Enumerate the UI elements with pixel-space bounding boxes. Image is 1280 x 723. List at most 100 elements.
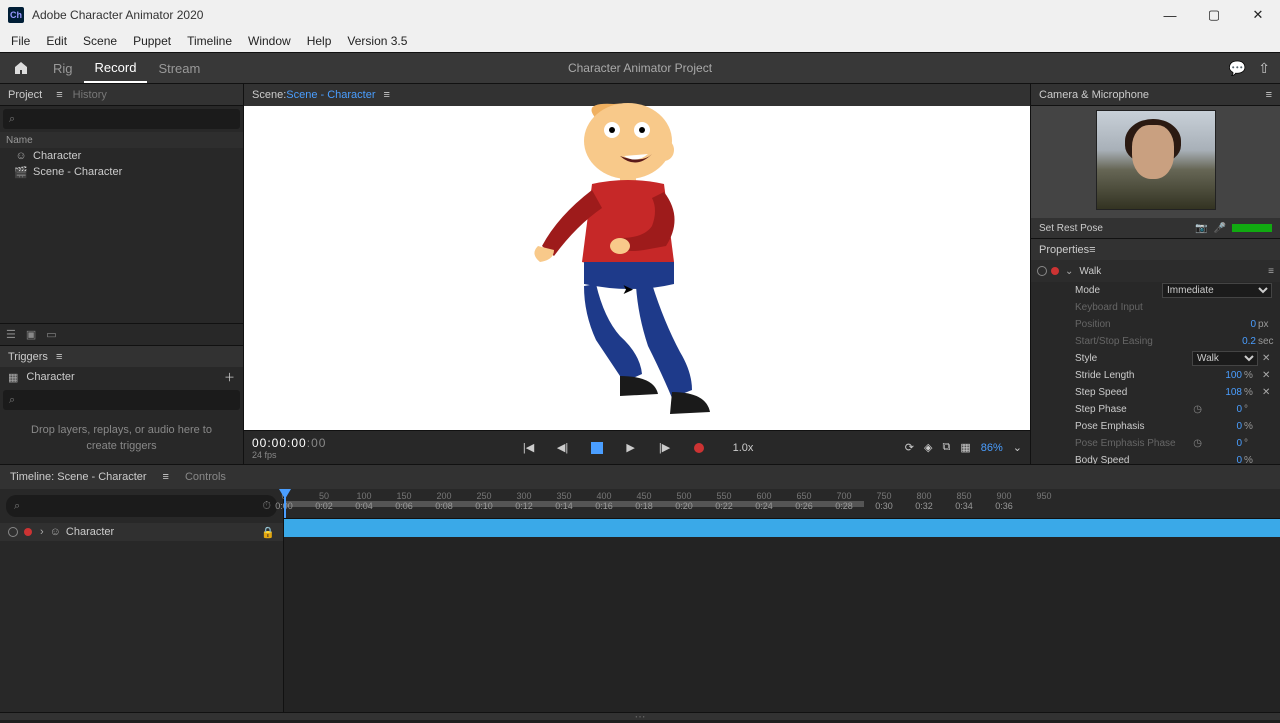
expand-icon[interactable]: › — [40, 526, 44, 538]
panel-menu-icon[interactable]: ≡ — [1266, 89, 1272, 101]
clock-icon[interactable]: ◷ — [1193, 438, 1202, 449]
menu-help[interactable]: Help — [300, 32, 339, 50]
collapse-icon[interactable]: ⌄ — [1065, 266, 1073, 277]
step-forward-button[interactable]: |▶ — [657, 440, 673, 456]
window-title: Adobe Character Animator 2020 — [32, 8, 203, 22]
controls-tab[interactable]: Controls — [185, 471, 226, 483]
triggers-title[interactable]: Triggers — [8, 351, 48, 363]
lock-icon[interactable]: 🔒 — [261, 526, 275, 539]
chat-icon[interactable]: 💬 — [1229, 60, 1246, 77]
timeline-tracks-area[interactable]: 00:00500:021000:041500:062000:082500:103… — [284, 489, 1280, 712]
camera-toggle-icon[interactable]: 📷 — [1195, 223, 1207, 234]
prop-value[interactable]: 0.2 — [1220, 336, 1256, 347]
panel-menu-icon[interactable]: ≡ — [384, 89, 390, 101]
visibility-toggle[interactable] — [8, 527, 18, 537]
track-clip[interactable] — [284, 519, 1280, 537]
tab-rig[interactable]: Rig — [42, 55, 84, 82]
panel-menu-icon[interactable]: ≡ — [56, 89, 62, 101]
triggers-search[interactable]: ⌕ — [3, 390, 240, 410]
menu-timeline[interactable]: Timeline — [180, 32, 239, 50]
project-tab[interactable]: Project — [8, 89, 42, 101]
properties-panel-header: Properties ≡ — [1031, 238, 1280, 260]
prop-unit: px — [1258, 319, 1272, 330]
menu-window[interactable]: Window — [241, 32, 298, 50]
menu-puppet[interactable]: Puppet — [126, 32, 178, 50]
triggers-character-row[interactable]: ▦ Character ＋ — [0, 367, 243, 387]
playback-bar: 00:00:00:00 24 fps |◀ ◀| ▶ |▶ 1.0x ⟳ ◈ ⧉… — [244, 430, 1030, 464]
project-column-name[interactable]: Name — [0, 132, 243, 148]
camera-panel-title[interactable]: Camera & Microphone — [1039, 89, 1149, 101]
prop-value[interactable]: 0 — [1220, 319, 1256, 330]
track-character[interactable]: › ☺ Character 🔒 — [0, 523, 283, 541]
timeline-tab[interactable]: Timeline: Scene - Character — [10, 471, 147, 483]
list-view-icon[interactable]: ☰ — [6, 328, 16, 341]
zoom-dropdown-icon[interactable]: ⌄ — [1013, 441, 1022, 454]
behavior-menu-icon[interactable]: ≡ — [1268, 266, 1274, 277]
arm-for-record-toggle[interactable] — [1051, 267, 1059, 275]
record-button[interactable] — [691, 440, 707, 456]
reset-icon[interactable]: ✕ — [1262, 353, 1272, 364]
share-icon[interactable]: ⇧ — [1258, 60, 1270, 77]
panel-menu-icon[interactable]: ≡ — [163, 471, 169, 483]
prop-value[interactable]: 0 — [1206, 404, 1242, 415]
reset-icon[interactable]: ✕ — [1262, 370, 1272, 381]
step-back-button[interactable]: ◀| — [555, 440, 571, 456]
add-trigger-button[interactable]: ＋ — [224, 369, 235, 385]
play-button[interactable]: ▶ — [623, 440, 639, 456]
playback-speed[interactable]: 1.0x — [733, 442, 754, 454]
close-button[interactable]: ✕ — [1236, 0, 1280, 30]
menu-scene[interactable]: Scene — [76, 32, 124, 50]
prop-value[interactable]: 100 — [1206, 370, 1242, 381]
menu-file[interactable]: File — [4, 32, 37, 50]
visibility-toggle[interactable] — [1037, 266, 1047, 276]
panel-menu-icon[interactable]: ≡ — [1089, 244, 1095, 256]
panel-menu-icon[interactable]: ≡ — [56, 351, 62, 363]
project-search[interactable]: ⌕ — [3, 109, 240, 129]
zoom-value[interactable]: 86% — [981, 442, 1003, 454]
stopwatch-icon[interactable]: ⏱ — [262, 500, 271, 513]
minimize-button[interactable]: — — [1148, 0, 1192, 30]
style-select[interactable]: Walk — [1192, 351, 1258, 366]
properties-title[interactable]: Properties — [1039, 244, 1089, 256]
mic-toggle-icon[interactable]: 🎤 — [1214, 223, 1226, 234]
behavior-walk-header[interactable]: ⌄ Walk ≡ — [1031, 260, 1280, 282]
tab-stream[interactable]: Stream — [147, 55, 211, 82]
prop-value[interactable]: 0 — [1206, 421, 1242, 432]
stop-button[interactable] — [589, 440, 605, 456]
scene-icon: 🎬 — [14, 165, 28, 179]
prop-value[interactable]: 0 — [1206, 438, 1242, 449]
timecode[interactable]: 00:00:00 — [252, 436, 307, 450]
prop-value[interactable]: 0 — [1206, 455, 1242, 464]
project-item-character[interactable]: ☺ Character — [0, 148, 243, 164]
set-rest-pose-button[interactable]: Set Rest Pose — [1039, 223, 1103, 234]
history-tab[interactable]: History — [73, 89, 107, 101]
triggers-hint: Drop layers, replays, or audio here to c… — [0, 413, 243, 464]
prop-value[interactable]: 108 — [1206, 387, 1242, 398]
mode-select[interactable]: Immediate — [1162, 283, 1272, 298]
timeline-search[interactable]: ⌕⏱ — [6, 495, 277, 517]
ruler-tick: 7500:30 — [875, 491, 893, 511]
maximize-button[interactable]: ▢ — [1192, 0, 1236, 30]
playhead[interactable] — [284, 489, 286, 518]
clock-icon[interactable]: ◷ — [1193, 404, 1202, 415]
scene-name-link[interactable]: Scene - Character — [286, 89, 375, 101]
onion-skin-icon[interactable]: ⧉ — [942, 441, 950, 454]
prop-unit: % — [1244, 370, 1258, 381]
tab-record[interactable]: Record — [84, 54, 148, 83]
timeline-ruler[interactable]: 00:00500:021000:041500:062000:082500:103… — [284, 489, 1280, 519]
folder-icon[interactable]: ▣ — [26, 328, 36, 341]
scene-viewport[interactable]: ➤ — [244, 106, 1030, 430]
menu-edit[interactable]: Edit — [39, 32, 74, 50]
arm-for-record-toggle[interactable] — [24, 528, 32, 536]
reset-icon[interactable]: ✕ — [1262, 387, 1272, 398]
cycle-icon[interactable]: ⟳ — [905, 441, 914, 454]
tag-icon[interactable]: ▭ — [46, 328, 56, 341]
checkerboard-icon[interactable]: ▦ — [960, 441, 970, 454]
menu-version[interactable]: Version 3.5 — [340, 32, 414, 50]
snapping-icon[interactable]: ◈ — [924, 441, 932, 454]
go-to-start-button[interactable]: |◀ — [521, 440, 537, 456]
home-button[interactable] — [10, 57, 32, 79]
project-item-scene[interactable]: 🎬 Scene - Character — [0, 164, 243, 180]
resize-handle[interactable]: ⋯ — [0, 712, 1280, 720]
ruler-tick: 2000:08 — [435, 491, 453, 511]
